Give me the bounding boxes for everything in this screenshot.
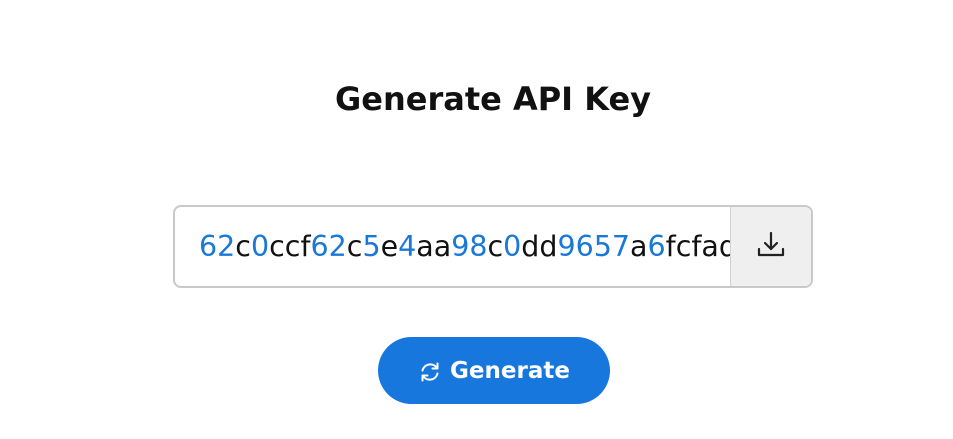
api-key-field: 62c0ccf62c5e4aa98c0dd9657a6fcfad xyxy=(173,205,813,288)
api-key-digit: 2 xyxy=(217,230,236,263)
api-key-letter: d xyxy=(539,230,558,263)
api-key-digit: 0 xyxy=(503,230,522,263)
api-key-digit: 6 xyxy=(199,230,218,263)
api-key-digit: 7 xyxy=(611,230,631,263)
api-key-letter: a xyxy=(433,230,452,263)
download-icon xyxy=(754,228,788,266)
api-key-digit: 6 xyxy=(575,230,594,263)
title-container: Generate API Key xyxy=(0,80,953,118)
page-title: Generate API Key xyxy=(334,80,652,118)
page: Generate API Key 62c0ccf62c5e4aa98c0dd96… xyxy=(0,0,953,439)
api-key-digit: 9 xyxy=(451,230,470,263)
api-key-digit: 6 xyxy=(647,230,666,263)
api-key-digit: 0 xyxy=(250,230,270,263)
api-key-letter: c xyxy=(675,230,692,263)
api-key-letter: d xyxy=(521,230,540,263)
api-key-letter: c xyxy=(346,230,363,263)
generate-button[interactable]: Generate xyxy=(378,337,610,404)
api-key-digit: 5 xyxy=(593,230,612,263)
api-key-letter: e xyxy=(380,230,399,263)
api-key-letter: a xyxy=(416,230,434,263)
generate-button-label: Generate xyxy=(450,357,570,384)
api-key-letter: c xyxy=(235,230,251,263)
api-key-digit: 2 xyxy=(328,230,347,263)
api-key-digit: 5 xyxy=(362,230,381,263)
download-button[interactable] xyxy=(730,207,811,286)
api-key-letter: f xyxy=(691,230,702,263)
api-key-digit: 8 xyxy=(469,230,488,263)
api-key-value[interactable]: 62c0ccf62c5e4aa98c0dd9657a6fcfad xyxy=(175,207,730,286)
api-key-letter: f xyxy=(665,230,676,263)
api-key-digit: 6 xyxy=(310,230,329,263)
api-key-digit: 4 xyxy=(398,230,417,263)
api-key-letter: d xyxy=(719,230,730,263)
refresh-icon xyxy=(418,360,442,384)
api-key-letter: c xyxy=(269,230,285,263)
api-key-letter: c xyxy=(487,230,504,263)
api-key-letter: f xyxy=(300,230,311,263)
api-key-letter: a xyxy=(630,230,648,263)
api-key-letter: c xyxy=(284,230,301,263)
api-key-letter: a xyxy=(701,230,719,263)
api-key-digit: 9 xyxy=(557,230,576,263)
